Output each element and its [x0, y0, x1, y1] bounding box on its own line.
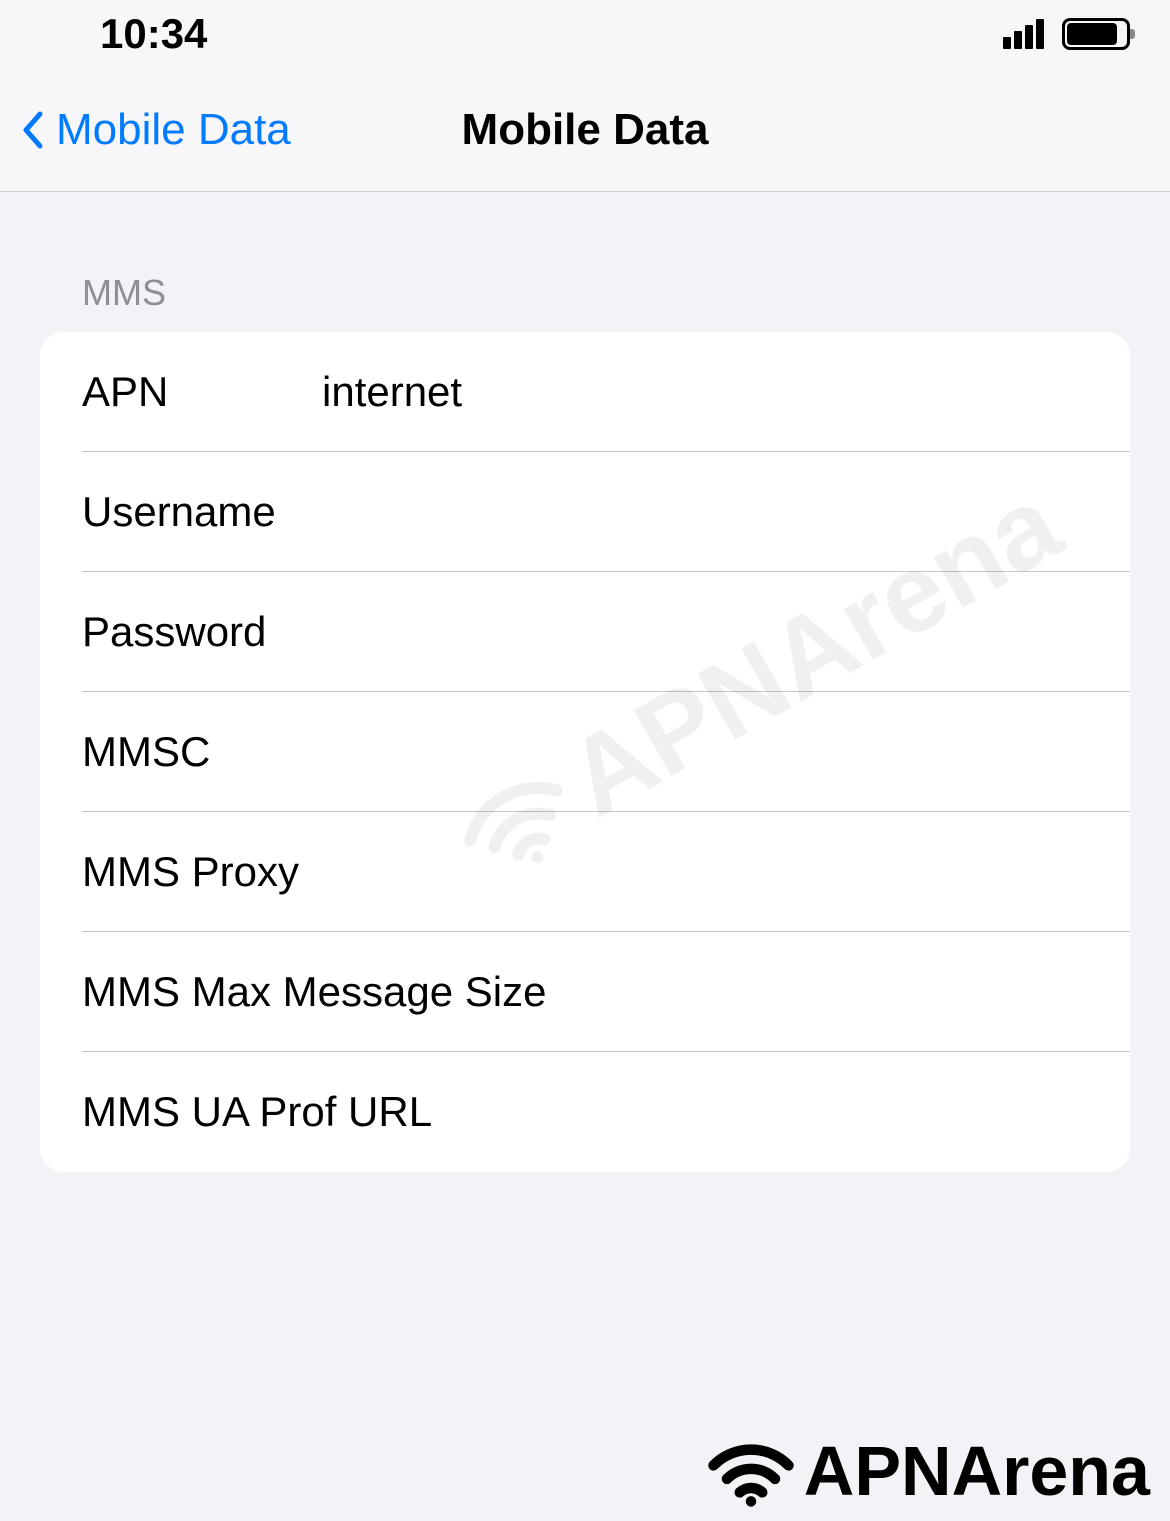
battery-icon — [1062, 18, 1130, 50]
settings-row-mmsc[interactable]: MMSC — [40, 692, 1130, 812]
wifi-icon — [706, 1435, 796, 1507]
password-input[interactable] — [322, 608, 1130, 656]
settings-row-mms-ua-prof[interactable]: MMS UA Prof URL — [40, 1052, 1130, 1172]
row-label: Username — [82, 488, 322, 536]
navigation-bar: Mobile Data Mobile Data — [0, 68, 1170, 192]
status-bar: 10:34 — [0, 0, 1170, 68]
status-time: 10:34 — [100, 10, 207, 58]
section-header-mms: MMS — [40, 192, 1130, 332]
settings-group-mms: APN Username Password MMSC MMS Proxy MMS… — [40, 332, 1130, 1172]
settings-row-mms-max-size[interactable]: MMS Max Message Size — [40, 932, 1130, 1052]
mmsc-input[interactable] — [322, 728, 1130, 776]
cellular-signal-icon — [1003, 19, 1044, 49]
settings-row-apn[interactable]: APN — [40, 332, 1130, 452]
mms-max-size-input[interactable] — [546, 968, 1130, 1016]
row-label: APN — [82, 368, 322, 416]
row-label: Password — [82, 608, 322, 656]
chevron-left-icon — [20, 110, 44, 150]
content-area: MMS APN Username Password MMSC MMS Proxy… — [0, 192, 1170, 1172]
mms-ua-prof-input[interactable] — [432, 1088, 1130, 1136]
back-button[interactable]: Mobile Data — [0, 105, 291, 155]
page-title: Mobile Data — [462, 105, 709, 155]
footer-logo: APNArena — [706, 1431, 1150, 1511]
back-label: Mobile Data — [56, 105, 291, 155]
username-input[interactable] — [322, 488, 1130, 536]
row-label: MMS Proxy — [82, 848, 322, 896]
mms-proxy-input[interactable] — [322, 848, 1130, 896]
settings-row-username[interactable]: Username — [40, 452, 1130, 572]
row-label: MMS UA Prof URL — [82, 1088, 432, 1136]
apn-input[interactable] — [322, 368, 1130, 416]
status-indicators — [1003, 18, 1130, 50]
row-label: MMS Max Message Size — [82, 968, 546, 1016]
settings-row-mms-proxy[interactable]: MMS Proxy — [40, 812, 1130, 932]
row-label: MMSC — [82, 728, 322, 776]
footer-text: APNArena — [804, 1431, 1150, 1511]
settings-row-password[interactable]: Password — [40, 572, 1130, 692]
